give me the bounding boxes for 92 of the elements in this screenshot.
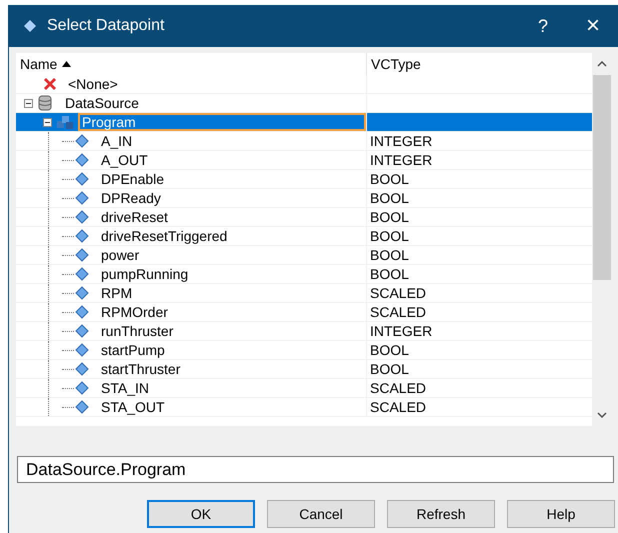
- type-text: SCALED: [370, 285, 426, 301]
- diamond-icon: [75, 267, 89, 281]
- tree-connector: [62, 292, 74, 294]
- dialog-button[interactable]: Help: [507, 500, 615, 528]
- diamond-icon: [75, 153, 89, 167]
- item-name: Program: [78, 113, 366, 131]
- dialog-button[interactable]: Cancel: [267, 500, 375, 528]
- diamond-icon: [75, 362, 89, 376]
- type-text: BOOL: [370, 361, 409, 377]
- scroll-down-icon[interactable]: [597, 412, 607, 418]
- path-field[interactable]: DataSource.Program: [17, 456, 614, 483]
- item-name: startThruster: [100, 362, 182, 376]
- diamond-icon: [75, 324, 89, 338]
- diamond-icon: [75, 229, 89, 243]
- item-name: pumpRunning: [100, 266, 190, 282]
- item-name: STA_OUT: [100, 400, 166, 414]
- item-name: A_OUT: [100, 152, 149, 168]
- type-text: INTEGER: [370, 152, 432, 168]
- tree-connector: [62, 140, 74, 142]
- diamond-icon: [75, 134, 89, 148]
- diamond-icon: [75, 172, 89, 186]
- dialog-button[interactable]: Refresh: [387, 500, 495, 528]
- diamond-icon: [75, 343, 89, 357]
- item-name: RPM: [100, 286, 134, 300]
- help-button[interactable]: ?: [518, 5, 568, 47]
- tree-row[interactable]: driveResetTriggered BOOL: [16, 227, 592, 246]
- diamond-icon: [75, 305, 89, 319]
- close-button[interactable]: ×: [568, 5, 618, 47]
- scroll-up-icon[interactable]: [597, 61, 607, 67]
- tree-connector: [62, 368, 74, 370]
- tree-row[interactable]: <None>: [16, 75, 592, 94]
- diamond-icon: [75, 191, 89, 205]
- tree-row[interactable]: A_OUT INTEGER: [16, 151, 592, 170]
- type-text: SCALED: [370, 380, 426, 396]
- type-text: SCALED: [370, 399, 426, 415]
- type-text: BOOL: [370, 266, 409, 282]
- tree-connector: [62, 330, 74, 332]
- tree-row[interactable]: startPump BOOL: [16, 341, 592, 360]
- tree-connector: [62, 254, 74, 256]
- type-text: BOOL: [370, 171, 409, 187]
- tree-row[interactable]: STA_IN SCALED: [16, 379, 592, 398]
- item-name: DPReady: [100, 190, 162, 206]
- dialog-button[interactable]: OK: [147, 500, 255, 528]
- type-text: BOOL: [370, 247, 409, 263]
- type-text: SCALED: [370, 304, 426, 320]
- item-name: RPMOrder: [100, 304, 169, 320]
- type-text: INTEGER: [370, 323, 432, 339]
- type-text: BOOL: [370, 190, 409, 206]
- tree-row[interactable]: startThruster BOOL: [16, 360, 592, 379]
- diamond-icon: [75, 248, 89, 262]
- tree-row[interactable]: RPMOrder SCALED: [16, 303, 592, 322]
- tree-connector: [62, 406, 74, 408]
- diamond-icon: [75, 286, 89, 300]
- collapse-toggle[interactable]: [24, 98, 33, 108]
- tree-row[interactable]: pumpRunning BOOL: [16, 265, 592, 284]
- item-name: startPump: [100, 342, 166, 358]
- item-name: A_IN: [100, 134, 134, 148]
- blocks-icon: [56, 114, 74, 130]
- tree-row[interactable]: driveReset BOOL: [16, 208, 592, 227]
- tree-row[interactable]: Program: [16, 113, 592, 132]
- scroll-thumb[interactable]: [593, 75, 611, 280]
- tree-row[interactable]: RPM SCALED: [16, 284, 592, 303]
- tree-row[interactable]: DPReady BOOL: [16, 189, 592, 208]
- item-name: <None>: [67, 76, 119, 92]
- type-text: INTEGER: [370, 133, 432, 149]
- item-name: driveResetTriggered: [100, 228, 228, 244]
- window-title: Select Datapoint: [47, 17, 166, 35]
- tree-row[interactable]: power BOOL: [16, 246, 592, 265]
- item-name: DataSource: [64, 96, 140, 110]
- cross-icon: [42, 76, 58, 92]
- column-header[interactable]: VCType: [367, 53, 592, 75]
- diamond-icon: [75, 210, 89, 224]
- diamond-icon: [75, 381, 89, 395]
- item-name: DPEnable: [100, 172, 166, 186]
- tree-row[interactable]: A_IN INTEGER: [16, 132, 592, 151]
- diamond-icon: [75, 400, 89, 414]
- item-name: STA_IN: [100, 380, 150, 396]
- item-name: runThruster: [100, 324, 174, 338]
- type-text: BOOL: [370, 342, 409, 358]
- type-text: BOOL: [370, 209, 409, 225]
- tree-connector: [62, 216, 74, 218]
- type-text: BOOL: [370, 228, 409, 244]
- diamond-icon: [23, 19, 37, 33]
- database-icon: [37, 94, 53, 112]
- tree-connector: [62, 178, 74, 180]
- item-name: driveReset: [100, 210, 169, 224]
- tree-row[interactable]: DPEnable BOOL: [16, 170, 592, 189]
- tree-row[interactable]: DataSource: [16, 94, 592, 113]
- tree-row[interactable]: runThruster INTEGER: [16, 322, 592, 341]
- tree-row[interactable]: STA_OUT SCALED: [16, 398, 592, 417]
- collapse-toggle[interactable]: [43, 118, 52, 126]
- item-name: power: [100, 248, 140, 262]
